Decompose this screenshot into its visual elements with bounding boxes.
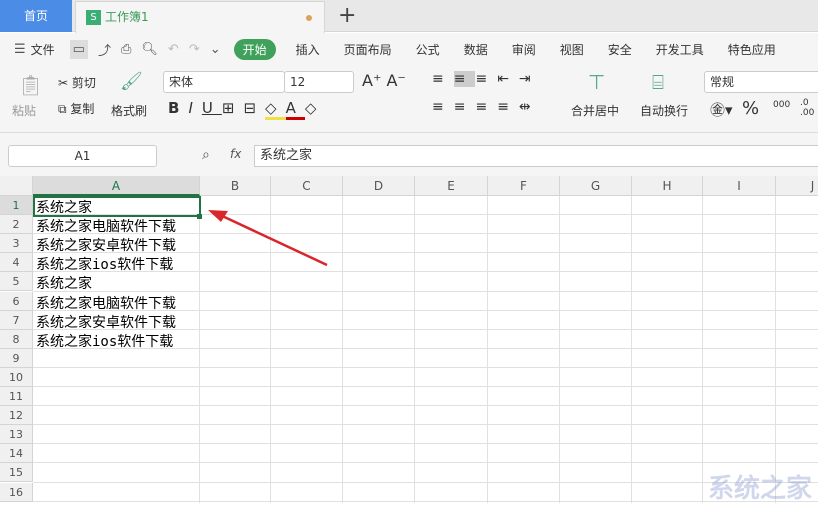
watermark-logo: 系统之家 <box>708 474 813 504</box>
red-arrow-annotation <box>208 210 328 267</box>
